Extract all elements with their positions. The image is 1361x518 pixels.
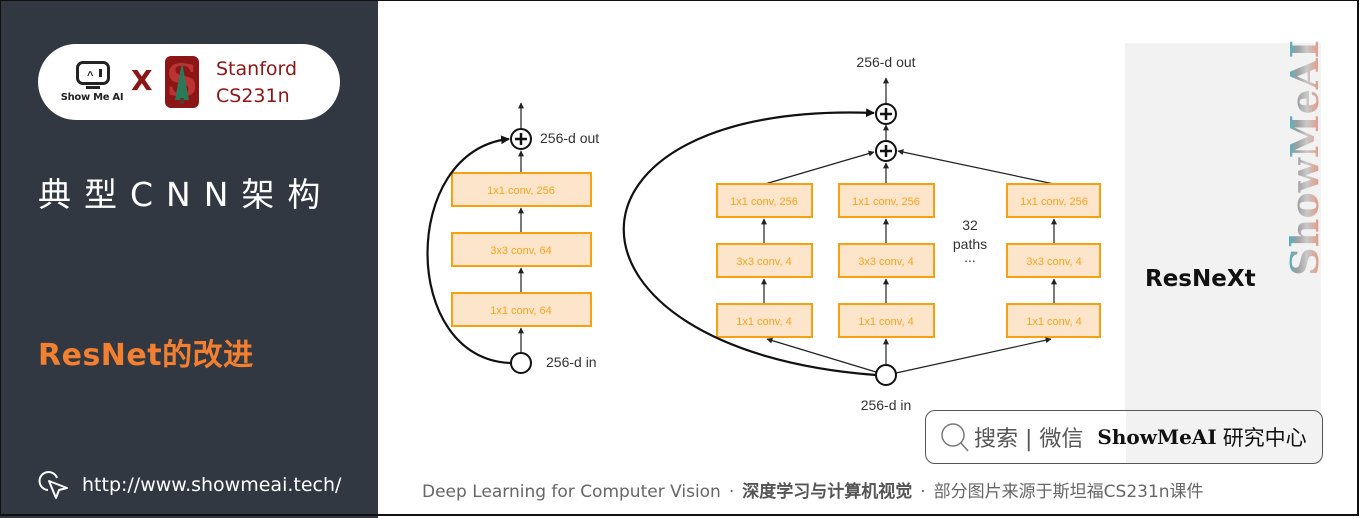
slide-border: [0, 0, 1359, 516]
